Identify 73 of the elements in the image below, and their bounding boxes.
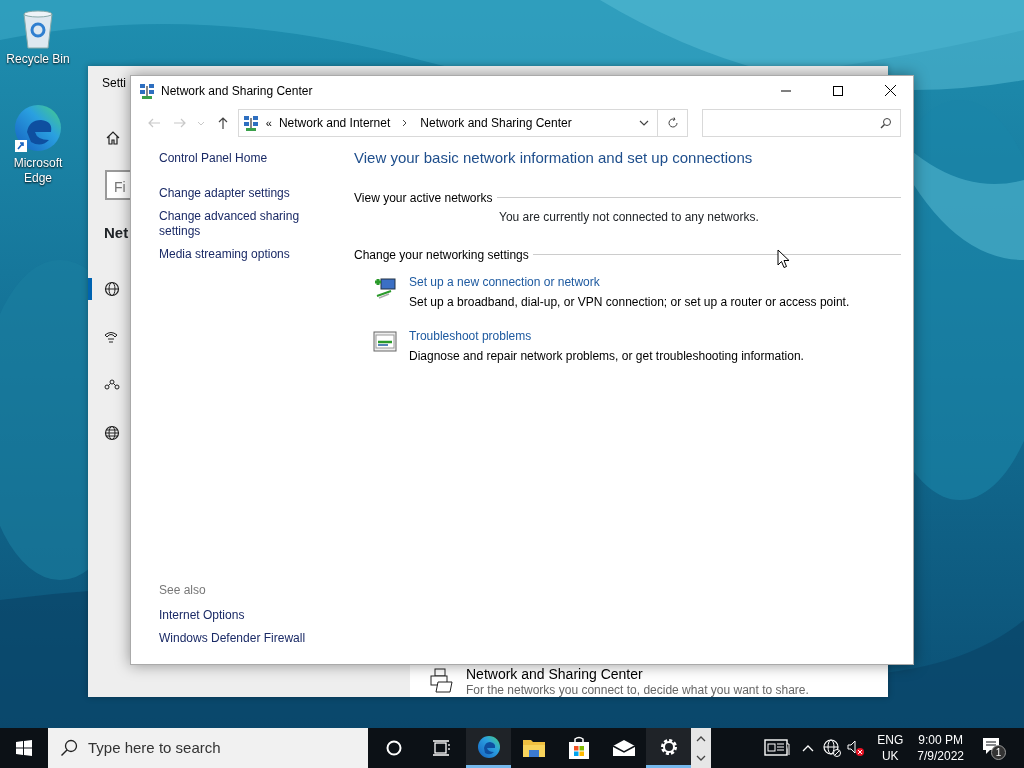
back-icon [147,117,160,129]
globe-icon[interactable] [104,425,120,441]
taskbar-app-button[interactable] [646,728,691,768]
notification-count: 1 [991,745,1006,760]
section-label: Change your networking settings [354,246,529,264]
network-icon [139,82,155,99]
sidebar-link[interactable]: Control Panel Home [159,151,354,166]
network-icon [242,115,259,131]
envelope-icon [611,739,636,757]
clock-time[interactable]: 9:00 PM [917,732,964,748]
section-label: View your active networks [354,189,493,207]
dial-up-icon[interactable] [104,330,118,344]
sidebar-link[interactable]: Change adapter settings [159,186,354,201]
item-title: Network and Sharing Center [466,666,644,683]
scroll-up-icon[interactable] [696,734,706,742]
troubleshoot-icon [373,330,397,353]
taskbar-search-field[interactable]: Type here to search [48,728,368,768]
section-label: See also [159,582,207,599]
page-heading: View your basic network information and set up connections [354,148,754,168]
edge-icon [476,734,501,759]
sidebar-link[interactable]: Change advanced sharing settings [159,209,309,239]
desktop-icon-label[interactable]: Recycle Bin [6,52,70,67]
edge-icon[interactable] [13,104,63,154]
breadcrumb-item[interactable]: Network and Internet [278,114,391,132]
breadcrumb-item[interactable]: Network and Sharing Center [420,114,572,132]
clock-date[interactable]: 7/9/2022 [917,748,964,764]
window-title: Network and Sharing Center [161,82,314,100]
news-icon[interactable] [764,739,791,757]
task-description: Set up a broadband, dial-up, or VPN connection; or set up a router or access point. [409,293,850,310]
window-title: Setti [102,75,126,92]
task-link[interactable]: Set up a new connection or network [409,273,850,290]
globe-icon[interactable] [823,739,842,757]
sidebar-link[interactable]: Windows Defender Firewall [159,631,354,646]
taskbar-app-button[interactable] [466,728,511,768]
item-description: For the networks you connect to, decide what you want to share. [466,683,809,697]
circle-icon [386,740,402,756]
muted-speaker-icon[interactable] [847,740,866,756]
status-message: You are currently not connected to any networks. [499,209,759,224]
task-description: Diagnose and repair network problems, or get troubleshooting information. [409,347,804,364]
printer-folder-icon [430,668,454,694]
home-icon[interactable] [105,130,121,146]
gear-icon [658,736,679,757]
scroll-down-icon[interactable] [696,754,706,762]
windows-icon [16,740,32,756]
overflow-indicator[interactable]: « [265,114,272,132]
search-icon [60,739,78,757]
close-icon [884,85,896,96]
language-indicator[interactable]: UK [877,748,904,764]
section-heading: Net [104,223,129,243]
globe-icon[interactable] [104,281,120,297]
maximize-icon [833,85,843,96]
sidebar-link[interactable]: Media streaming options [159,247,354,262]
language-indicator[interactable]: ENG [877,732,904,748]
vpn-icon[interactable] [104,379,120,391]
desktop-icon-label[interactable]: Microsoft Edge [2,156,74,186]
search-field[interactable]: Fi [105,170,130,200]
up-arrow-icon [216,117,229,129]
refresh-icon [666,117,679,129]
task-link[interactable]: Troubleshoot problems [409,327,804,344]
search-icon [880,117,892,129]
chevron-up-icon[interactable] [802,744,815,752]
network-setup-icon [373,275,397,300]
refresh-button[interactable] [657,109,689,137]
mouse-cursor-icon [777,249,790,269]
settings-link-item[interactable]: Network and Sharing Center For the networks you connect to, decide what you want to share. [410,665,888,697]
folder-icon [521,738,546,758]
task-view-icon [433,740,451,756]
shopping-bag-icon [567,736,590,760]
sidebar-link[interactable]: Internet Options [159,608,354,623]
address-bar[interactable]: « Network and Internet Network and Sharing Center [237,109,658,137]
forward-icon [173,117,186,129]
search-field[interactable] [702,109,901,137]
dropdown-icon[interactable] [638,118,649,128]
